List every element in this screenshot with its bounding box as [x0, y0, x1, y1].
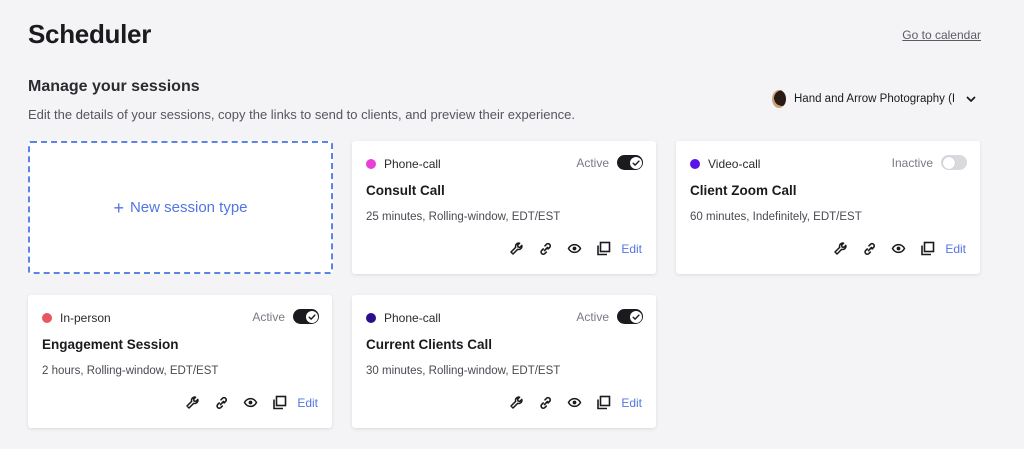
active-toggle[interactable]: [617, 155, 643, 170]
copy-icon[interactable]: [920, 241, 935, 256]
wrench-icon[interactable]: [185, 395, 200, 410]
account-name: Hand and Arrow Photography (I: [794, 93, 956, 105]
session-actions: Edit: [833, 241, 966, 256]
eye-icon[interactable]: [567, 241, 582, 256]
link-icon[interactable]: [862, 241, 877, 256]
session-name: Engagement Session: [42, 337, 179, 352]
eye-icon[interactable]: [891, 241, 906, 256]
session-card: In-person Active Engagement Session 2 hours…: [28, 295, 332, 428]
session-details: 2 hours, Rolling-window, EDT/EST: [42, 365, 219, 377]
session-details: 30 minutes, Rolling-window, EDT/EST: [366, 365, 561, 377]
edit-button[interactable]: Edit: [621, 242, 642, 256]
session-type: Phone-call: [366, 311, 441, 325]
session-actions: Edit: [185, 395, 318, 410]
session-name: Current Clients Call: [366, 337, 493, 352]
session-details: 25 minutes, Rolling-window, EDT/EST: [366, 211, 561, 223]
page-title: Scheduler: [28, 19, 152, 49]
active-toggle[interactable]: [941, 155, 967, 170]
session-type-dot: [42, 313, 52, 323]
session-type-label: In-person: [60, 311, 111, 325]
status: Active: [252, 309, 319, 324]
session-details: 60 minutes, Indefinitely, EDT/EST: [690, 211, 862, 223]
session-type: In-person: [42, 311, 111, 325]
session-type-dot: [366, 159, 376, 169]
session-card: Video-call Inactive Client Zoom Call 60 min…: [676, 141, 980, 274]
copy-icon[interactable]: [272, 395, 287, 410]
new-session-type-button[interactable]: + New session type: [28, 141, 333, 274]
eye-icon[interactable]: [567, 395, 582, 410]
toggle-knob: [305, 310, 318, 323]
session-name: Consult Call: [366, 183, 445, 198]
link-icon[interactable]: [214, 395, 229, 410]
status-label: Inactive: [891, 155, 933, 170]
avatar: [772, 90, 786, 108]
session-card: Phone-call Active Consult Call 25 minutes, …: [352, 141, 656, 274]
session-name: Client Zoom Call: [690, 183, 797, 198]
go-to-calendar-link[interactable]: Go to calendar: [902, 28, 981, 42]
toggle-knob: [942, 156, 955, 169]
session-type-label: Phone-call: [384, 311, 441, 325]
active-toggle[interactable]: [293, 309, 319, 324]
chevron-down-icon: [966, 96, 976, 102]
edit-button[interactable]: Edit: [621, 396, 642, 410]
copy-icon[interactable]: [596, 241, 611, 256]
wrench-icon[interactable]: [509, 395, 524, 410]
status-label: Active: [576, 155, 609, 170]
session-type: Phone-call: [366, 157, 441, 171]
eye-icon[interactable]: [243, 395, 258, 410]
active-toggle[interactable]: [617, 309, 643, 324]
copy-icon[interactable]: [596, 395, 611, 410]
session-actions: Edit: [509, 241, 642, 256]
account-selector[interactable]: Hand and Arrow Photography (I: [772, 90, 977, 108]
wrench-icon[interactable]: [833, 241, 848, 256]
section-title: Manage your sessions: [28, 78, 200, 95]
edit-button[interactable]: Edit: [945, 242, 966, 256]
session-type-label: Video-call: [708, 157, 761, 171]
section-description: Edit the details of your sessions, copy …: [28, 107, 576, 122]
session-actions: Edit: [509, 395, 642, 410]
toggle-knob: [629, 156, 642, 169]
session-type-label: Phone-call: [384, 157, 441, 171]
status-label: Active: [252, 309, 285, 324]
new-session-type-label: New session type: [129, 199, 248, 216]
link-icon[interactable]: [538, 241, 553, 256]
status-label: Active: [576, 309, 609, 324]
session-type-dot: [366, 313, 376, 323]
plus-icon: +: [113, 197, 124, 218]
status: Active: [576, 155, 643, 170]
status: Inactive: [892, 155, 967, 170]
session-type-dot: [690, 159, 700, 169]
link-icon[interactable]: [538, 395, 553, 410]
edit-button[interactable]: Edit: [297, 396, 318, 410]
wrench-icon[interactable]: [509, 241, 524, 256]
status: Active: [576, 309, 643, 324]
session-type: Video-call: [690, 157, 760, 171]
session-card: Phone-call Active Current Clients Call 30 m…: [352, 295, 656, 428]
toggle-knob: [629, 310, 642, 323]
